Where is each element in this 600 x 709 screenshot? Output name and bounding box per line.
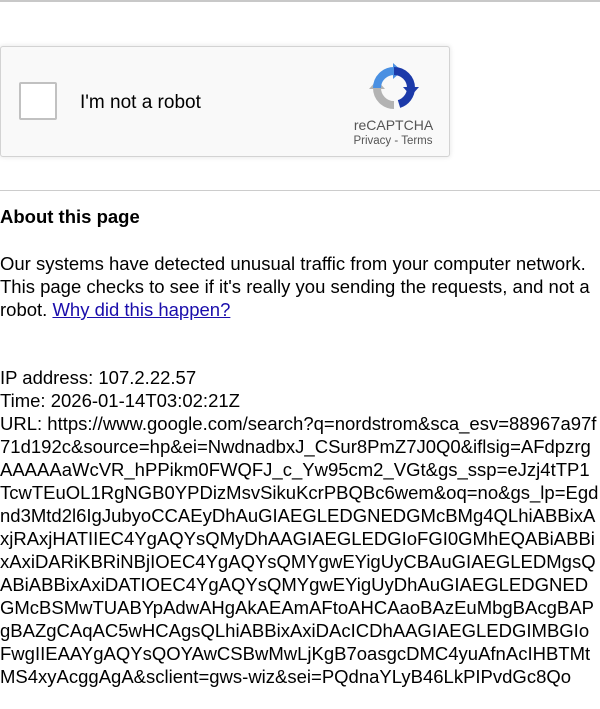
- terms-link[interactable]: Terms: [401, 135, 432, 147]
- legal-separator: -: [391, 135, 402, 147]
- section-divider: [0, 190, 600, 191]
- recaptcha-logo-icon: [369, 63, 419, 109]
- about-title: About this page: [0, 206, 140, 227]
- about-section: About this page Our systems have detecte…: [0, 205, 600, 321]
- about-body: Our systems have detected unusual traffi…: [0, 252, 600, 321]
- privacy-link[interactable]: Privacy: [353, 135, 391, 147]
- recaptcha-label: I'm not a robot: [80, 92, 201, 113]
- recaptcha-brand: reCAPTCHA: [353, 117, 434, 133]
- ip-address: IP address: 107.2.22.57: [0, 367, 197, 388]
- why-link[interactable]: Why did this happen?: [52, 299, 230, 320]
- recaptcha-checkbox[interactable]: [19, 82, 57, 120]
- top-divider: [0, 0, 600, 2]
- recaptcha-legal-links: Privacy - Terms: [345, 135, 441, 147]
- timestamp: Time: 2026-01-14T03:02:21Z: [0, 390, 240, 411]
- request-info: IP address: 107.2.22.57 Time: 2026-01-14…: [0, 366, 600, 688]
- recaptcha-widget: I'm not a robot reCAPTCHA Privacy - Term…: [0, 46, 450, 157]
- request-url: URL: https://www.google.com/search?q=nor…: [0, 413, 599, 687]
